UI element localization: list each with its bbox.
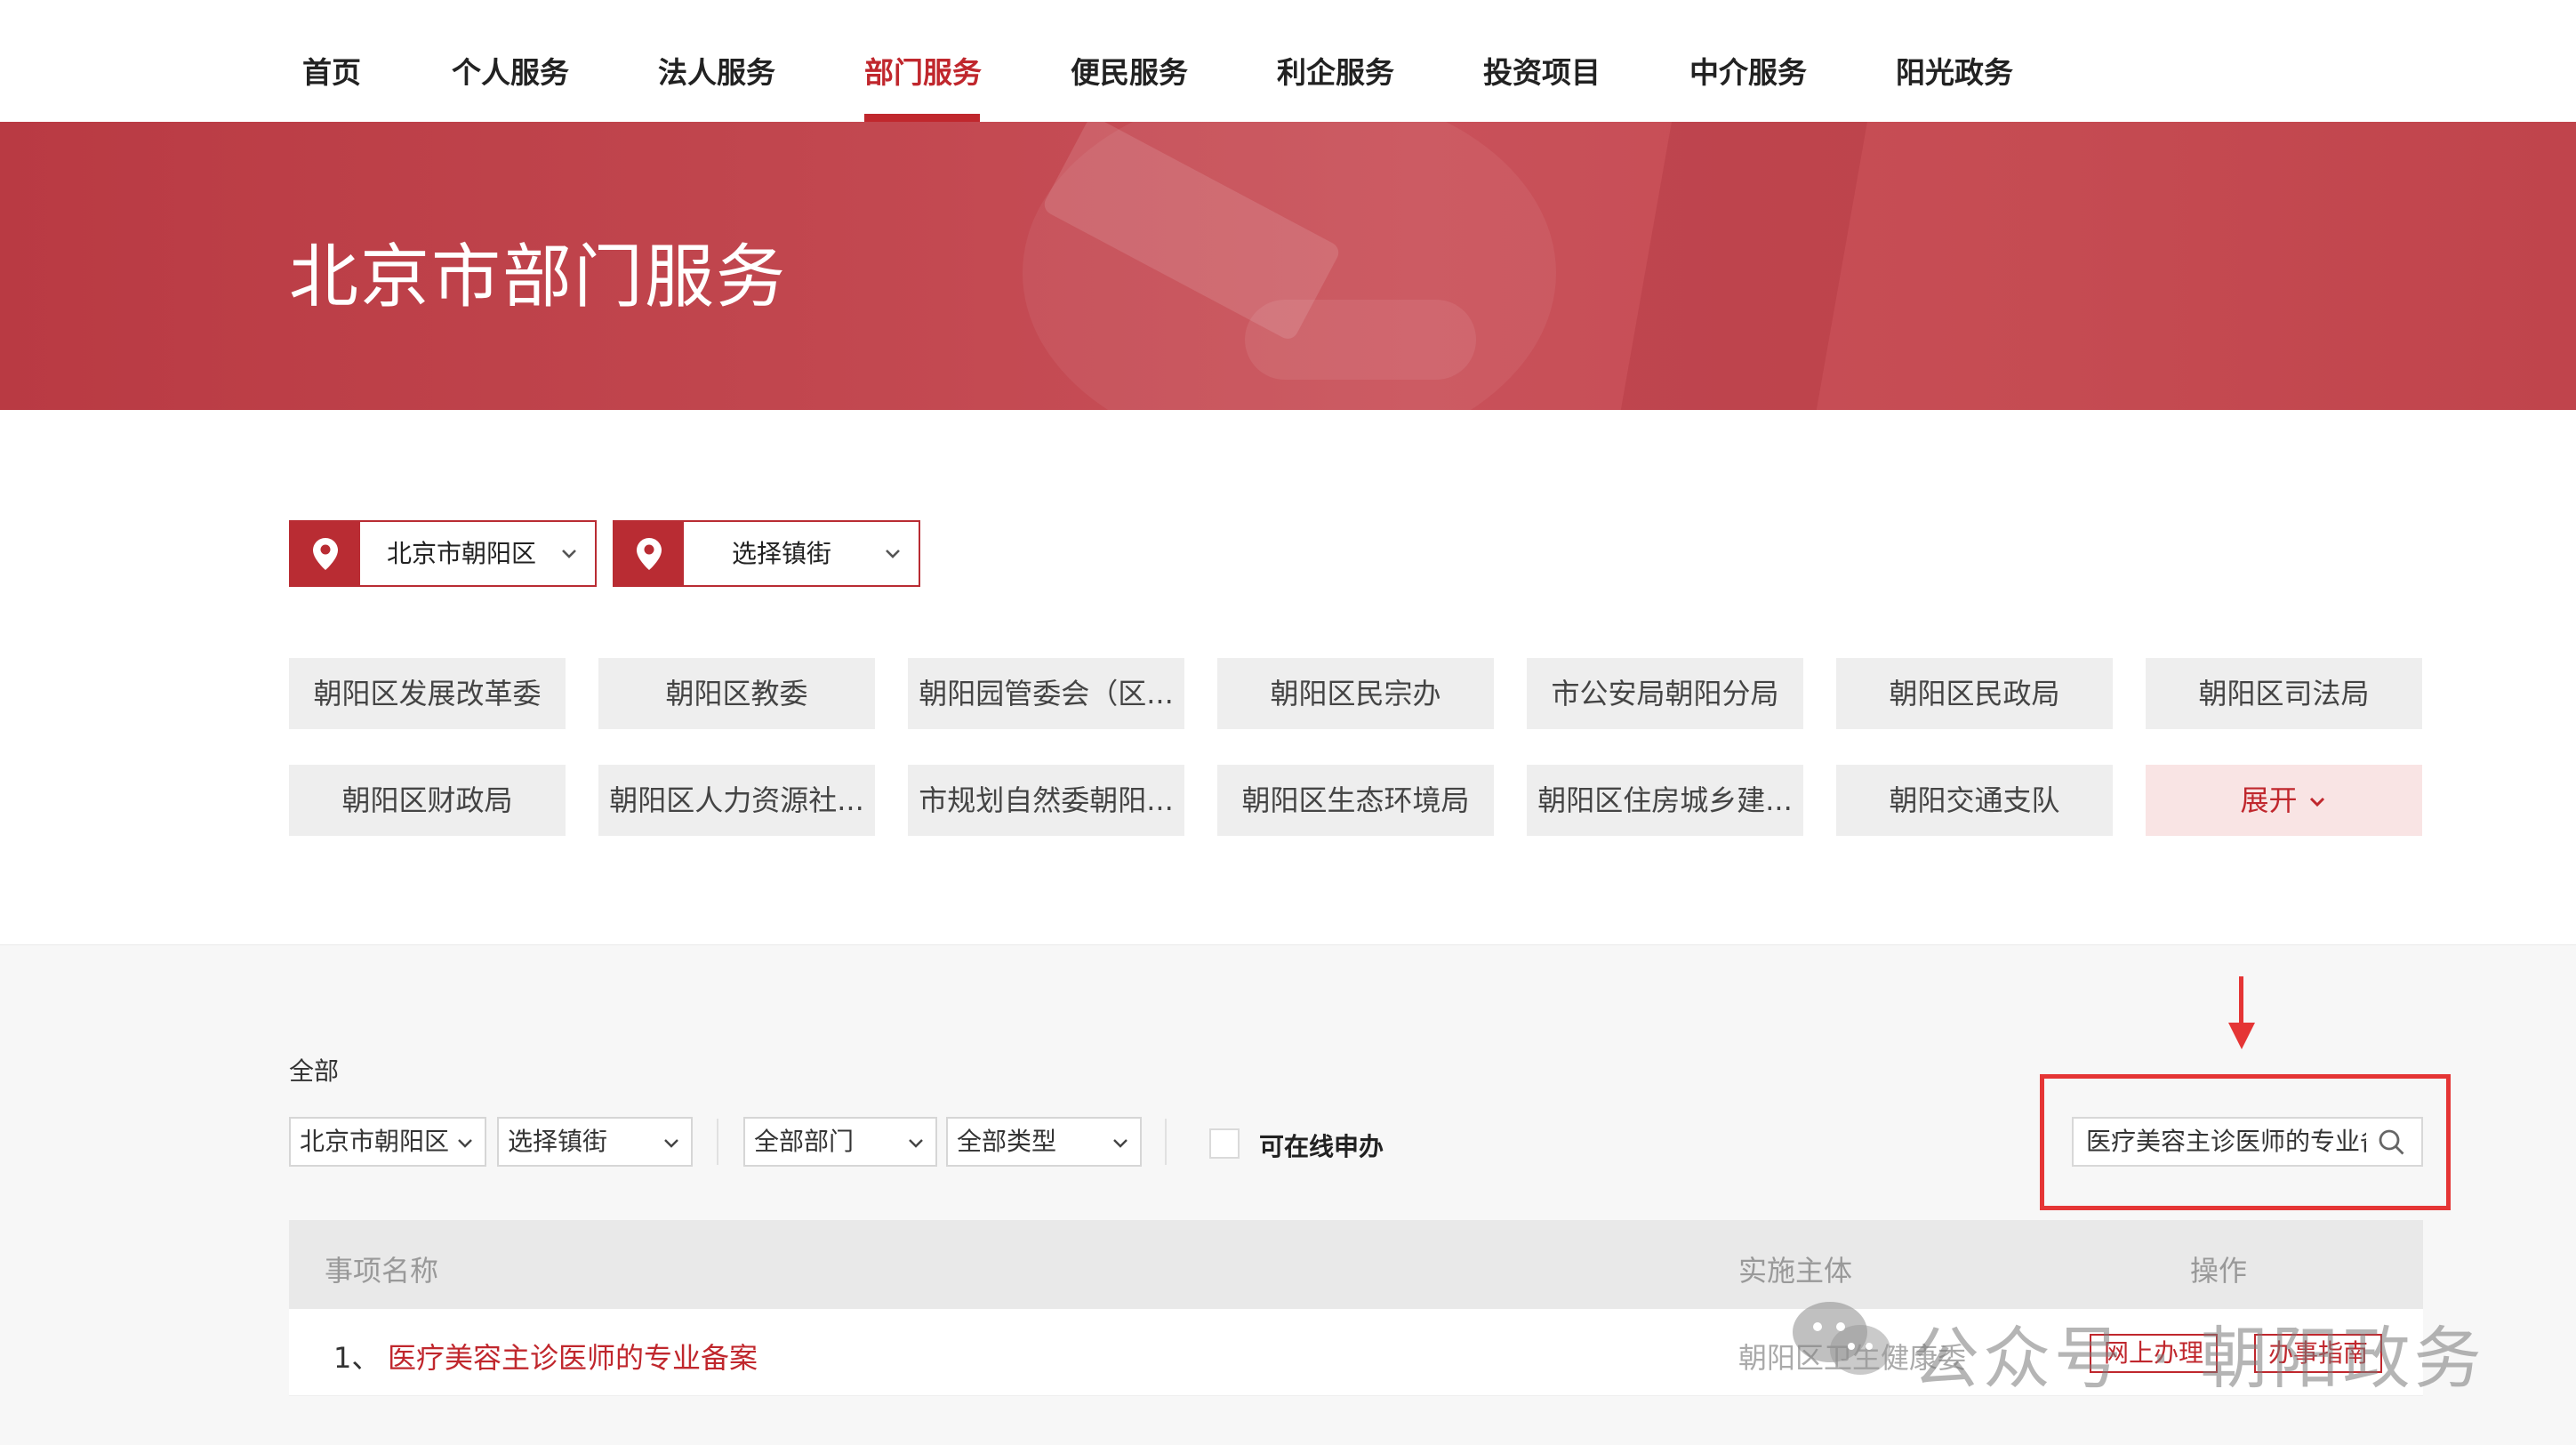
row-index: 1、 (333, 1341, 381, 1375)
nav-item-home[interactable]: 首页 (302, 52, 361, 94)
item-name-link[interactable]: 医疗美容主诊医师的专业备案 (388, 1336, 758, 1377)
column-header-action: 操作 (2190, 1254, 2248, 1288)
nav-item-corporate[interactable]: 法人服务 (658, 52, 775, 94)
chevron-down-icon (562, 550, 576, 558)
banner-decor (1245, 300, 1476, 380)
dept-tile[interactable]: 朝阳区教委 (598, 658, 875, 729)
street-filter[interactable]: 选择镇街 (497, 1117, 693, 1167)
page-root: 首页 个人服务 法人服务 部门服务 便民服务 利企服务 投资项目 中介服务 阳光… (0, 0, 2576, 1445)
banner-decor (1615, 122, 1871, 410)
wechat-icon (1793, 1302, 1890, 1375)
chevron-down-icon (1113, 1139, 1128, 1148)
nav-item-convenience[interactable]: 便民服务 (1071, 52, 1188, 94)
dept-tile[interactable]: 朝阳交通支队 (1836, 765, 2113, 836)
online-apply-label: 可在线申办 (1259, 1132, 1384, 1161)
nav-item-department[interactable]: 部门服务 (864, 52, 982, 94)
watermark: 公众号 · 朝阳政务 (1787, 1295, 2534, 1398)
page-title: 北京市部门服务 (289, 237, 788, 317)
district-filter-value: 北京市朝阳区 (300, 1127, 450, 1156)
street-filter-value: 选择镇街 (508, 1127, 608, 1156)
dept-tile[interactable]: 朝阳区生态环境局 (1217, 765, 1494, 836)
chevron-down-icon (886, 550, 900, 558)
dept-tile[interactable]: 朝阳园管委会（区... (908, 658, 1184, 729)
search-icon[interactable] (2377, 1128, 2407, 1158)
department-filter[interactable]: 全部部门 (743, 1117, 937, 1167)
dept-tile[interactable]: 市公安局朝阳分局 (1527, 658, 1803, 729)
dept-tile[interactable]: 朝阳区人力资源社... (598, 765, 875, 836)
filter-all-label: 全部 (289, 1056, 340, 1086)
nav-active-underline (864, 114, 980, 122)
dept-tile[interactable]: 朝阳区住房城乡建... (1527, 765, 1803, 836)
filter-divider (1165, 1119, 1167, 1165)
search-input-value: 医疗美容主诊医师的专业备案 (2086, 1127, 2366, 1156)
search-input[interactable]: 医疗美容主诊医师的专业备案 (2072, 1117, 2423, 1167)
watermark-text: 公众号 · 朝阳政务 (1912, 1319, 2485, 1398)
annotation-arrow (2239, 976, 2243, 1030)
department-filter-value: 全部部门 (754, 1127, 855, 1156)
nav-item-sunshine[interactable]: 阳光政务 (1896, 52, 2013, 94)
dept-tile[interactable]: 朝阳区财政局 (289, 765, 566, 836)
type-filter[interactable]: 全部类型 (946, 1117, 1142, 1167)
nav-item-investment[interactable]: 投资项目 (1483, 52, 1601, 94)
filter-divider (717, 1119, 718, 1165)
nav-item-intermediary[interactable]: 中介服务 (1689, 52, 1807, 94)
district-selector[interactable]: 北京市朝阳区 (289, 520, 597, 587)
chevron-down-icon (909, 1139, 923, 1148)
chevron-down-icon (664, 1139, 678, 1148)
district-selector-label: 北京市朝阳区 (387, 539, 537, 568)
chevron-down-icon (2309, 797, 2324, 807)
location-pin-icon (291, 522, 360, 585)
annotation-arrow-head (2228, 1023, 2255, 1049)
street-selector[interactable]: 选择镇街 (613, 520, 920, 587)
expand-label: 展开 (2240, 783, 2298, 817)
expand-button[interactable]: 展开 (2146, 765, 2422, 836)
dept-tile[interactable]: 朝阳区发展改革委 (289, 658, 566, 729)
column-header-name: 事项名称 (325, 1254, 439, 1288)
district-filter[interactable]: 北京市朝阳区 (289, 1117, 486, 1167)
column-header-entity: 实施主体 (1738, 1254, 1853, 1288)
nav-item-business[interactable]: 利企服务 (1277, 52, 1394, 94)
main-nav: 首页 个人服务 法人服务 部门服务 便民服务 利企服务 投资项目 中介服务 阳光… (0, 0, 2576, 122)
type-filter-value: 全部类型 (957, 1127, 1057, 1156)
dept-tile[interactable]: 市规划自然委朝阳... (908, 765, 1184, 836)
hero-banner: 北京市部门服务 (0, 122, 2576, 410)
online-apply-checkbox[interactable] (1209, 1128, 1240, 1159)
chevron-down-icon (458, 1139, 472, 1148)
street-selector-label: 选择镇街 (732, 539, 832, 568)
dept-tile[interactable]: 朝阳区民政局 (1836, 658, 2113, 729)
nav-item-personal[interactable]: 个人服务 (452, 52, 569, 94)
location-pin-icon (614, 522, 684, 585)
dept-tile[interactable]: 朝阳区民宗办 (1217, 658, 1494, 729)
dept-tile[interactable]: 朝阳区司法局 (2146, 658, 2422, 729)
